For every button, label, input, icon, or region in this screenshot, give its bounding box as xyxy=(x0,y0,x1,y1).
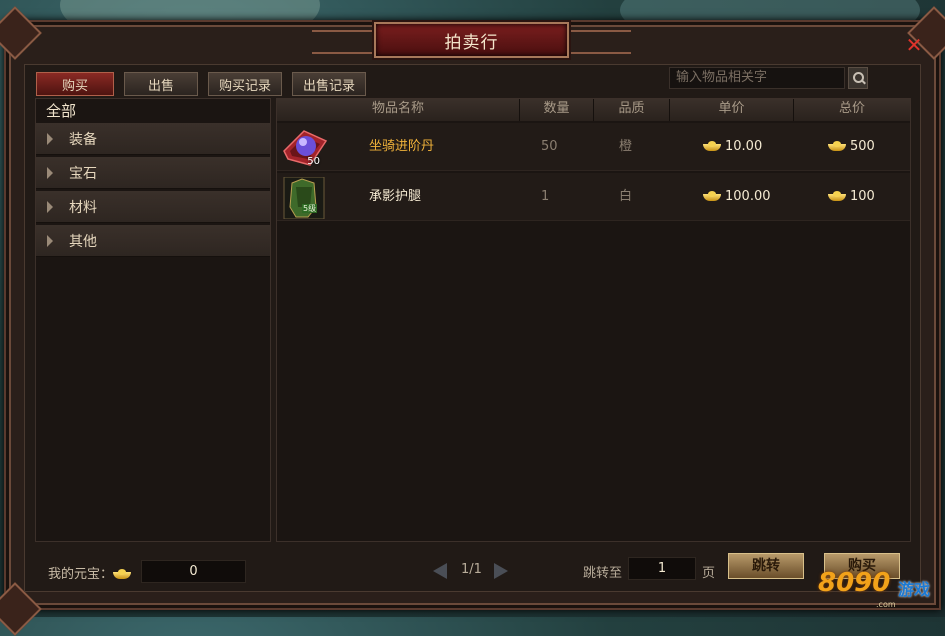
gold-ingot-icon xyxy=(113,568,132,581)
site-watermark-logo: 8090 游戏 .com xyxy=(818,566,936,610)
window-title: 拍卖行 xyxy=(374,22,569,58)
purple-orb-icon: 50 xyxy=(282,127,328,169)
total-price-value: 100 xyxy=(850,189,875,204)
expand-arrow-icon xyxy=(47,234,53,247)
item-total-price: 500 xyxy=(828,123,875,171)
category-materials[interactable]: 材料 xyxy=(36,191,270,223)
balance-label: 我的元宝： xyxy=(48,563,135,582)
expand-arrow-icon xyxy=(47,166,53,179)
tab-sell-history[interactable]: 出售记录 xyxy=(292,72,366,96)
title-ornament xyxy=(571,30,631,54)
search-icon[interactable] xyxy=(848,67,868,89)
table-row[interactable]: 50 坐骑进阶丹 50 橙 10.00 500 xyxy=(277,123,910,171)
item-quantity: 1 xyxy=(541,189,550,204)
header-quantity: 数量 xyxy=(520,99,594,121)
title-ornament xyxy=(312,30,372,54)
category-gems[interactable]: 宝石 xyxy=(36,157,270,189)
tab-buy[interactable]: 购买 xyxy=(36,72,114,96)
watermark-sub: 游戏 xyxy=(898,580,931,599)
search-input[interactable]: 输入物品相关字 xyxy=(669,67,845,89)
unit-price-value: 100.00 xyxy=(725,189,771,204)
item-unit-price: 10.00 xyxy=(703,123,762,171)
leg-armor-icon: 5级 xyxy=(282,176,328,220)
listing-table: 物品名称 数量 品质 单价 总价 50 坐骑进阶丹 50 橙 10.00 500 xyxy=(276,98,911,542)
item-quantity: 50 xyxy=(541,139,558,154)
tab-sell[interactable]: 出售 xyxy=(124,72,198,96)
page-indicator: 1/1 xyxy=(461,562,482,577)
total-price-value: 500 xyxy=(850,139,875,154)
window-title-text: 拍卖行 xyxy=(444,32,499,53)
header-item-name: 物品名称 xyxy=(277,99,520,121)
next-page-icon[interactable] xyxy=(494,563,508,579)
gold-ingot-icon xyxy=(828,140,846,153)
jump-page-input[interactable]: 1 xyxy=(628,557,696,580)
jump-button[interactable]: 跳转 xyxy=(728,553,804,579)
close-icon[interactable]: ✕ xyxy=(905,35,923,55)
table-row[interactable]: 5级 承影护腿 1 白 100.00 100 xyxy=(277,173,910,221)
watermark-text: 8090 xyxy=(818,568,891,598)
item-unit-price: 100.00 xyxy=(703,173,771,221)
jump-label: 跳转至 xyxy=(583,566,623,581)
item-quality: 白 xyxy=(619,189,633,204)
unit-price-value: 10.00 xyxy=(725,139,763,154)
item-name: 承影护腿 xyxy=(369,189,422,204)
category-panel: 全部 装备 宝石 材料 其他 xyxy=(35,98,271,542)
header-unit-price: 单价 xyxy=(670,99,794,121)
expand-arrow-icon xyxy=(47,132,53,145)
gold-ingot-icon xyxy=(828,190,846,203)
expand-arrow-icon xyxy=(47,200,53,213)
header-quality: 品质 xyxy=(594,99,670,121)
tab-buy-history[interactable]: 购买记录 xyxy=(208,72,282,96)
item-name: 坐骑进阶丹 xyxy=(369,139,435,154)
category-equipment[interactable]: 装备 xyxy=(36,123,270,155)
item-stack-badge: 50 xyxy=(307,156,320,167)
item-level-badge: 5级 xyxy=(302,204,318,213)
tab-bar: 购买 出售 购买记录 出售记录 xyxy=(36,72,366,96)
balance-value: 0 xyxy=(141,560,246,583)
item-quality: 橙 xyxy=(619,139,633,154)
category-label: 装备 xyxy=(69,131,97,148)
category-other[interactable]: 其他 xyxy=(36,225,270,257)
prev-page-icon[interactable] xyxy=(433,563,447,579)
category-label: 宝石 xyxy=(69,165,97,182)
table-header: 物品名称 数量 品质 单价 总价 xyxy=(277,99,910,121)
balance-label-text: 我的元宝： xyxy=(48,567,114,582)
item-total-price: 100 xyxy=(828,173,875,221)
gold-ingot-icon xyxy=(703,190,721,203)
category-label: 其他 xyxy=(69,233,97,250)
watermark-domain: .com xyxy=(876,600,896,609)
header-total-price: 总价 xyxy=(794,99,910,121)
category-all[interactable]: 全部 xyxy=(36,99,270,121)
category-label: 材料 xyxy=(69,199,97,216)
page-unit: 页 xyxy=(702,566,716,581)
gold-ingot-icon xyxy=(703,140,721,153)
